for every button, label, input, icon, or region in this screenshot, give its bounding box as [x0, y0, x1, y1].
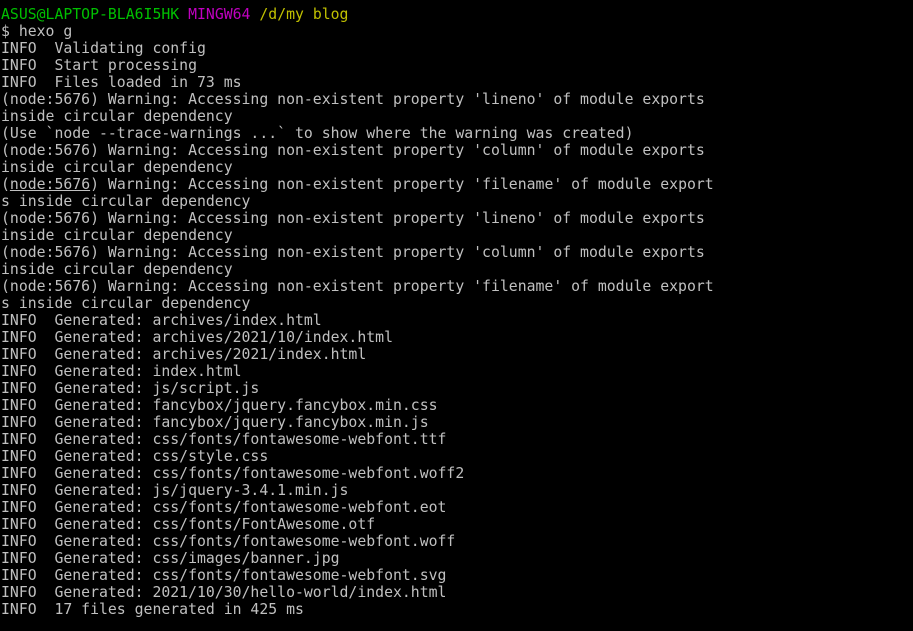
warning-line: s inside circular dependency	[1, 193, 251, 210]
output-line: INFO Generated: fancybox/jquery.fancybox…	[1, 414, 429, 431]
output-line: INFO Generated: css/style.css	[1, 448, 269, 465]
output-line: INFO Generated: css/fonts/fontawesome-we…	[1, 465, 465, 482]
output-line: INFO Generated: 2021/10/30/hello-world/i…	[1, 584, 447, 601]
warning-line: (node:5676) Warning: Accessing non-exist…	[1, 91, 705, 108]
warning-line: (node:5676) Warning: Accessing non-exist…	[1, 244, 705, 261]
node-pid-link[interactable]: node:5676	[10, 176, 90, 193]
output-line: INFO Generated: archives/2021/10/index.h…	[1, 329, 393, 346]
prompt-path: /d/my blog	[259, 6, 349, 23]
output-line: INFO Generated: js/script.js	[1, 380, 260, 397]
warning-line: s inside circular dependency	[1, 295, 251, 312]
warning-line: (node:5676) Warning: Accessing non-exist…	[1, 278, 714, 295]
output-line: INFO Generated: css/images/banner.jpg	[1, 550, 340, 567]
prompt-env: MINGW64	[188, 6, 251, 23]
output-line: INFO Generated: css/fonts/fontawesome-we…	[1, 499, 447, 516]
output-line: INFO Generated: css/fonts/fontawesome-we…	[1, 533, 456, 550]
warning-line: inside circular dependency	[1, 227, 233, 244]
output-line: INFO Generated: js/jquery-3.4.1.min.js	[1, 482, 349, 499]
output-line: INFO 17 files generated in 425 ms	[1, 601, 304, 618]
warning-line: (node:5676) Warning: Accessing non-exist…	[1, 210, 705, 227]
warning-line: inside circular dependency	[1, 108, 233, 125]
output-line: INFO Generated: css/fonts/FontAwesome.ot…	[1, 516, 376, 533]
output-line: INFO Start processing	[1, 57, 197, 74]
output-line: INFO Generated: index.html	[1, 363, 242, 380]
output-line: INFO Validating config	[1, 40, 206, 57]
output-line: INFO Generated: css/fonts/fontawesome-we…	[1, 431, 447, 448]
prompt-line: ASUS@LAPTOP-BLA6I5HK MINGW64 /d/my blog	[0, 6, 913, 23]
output-line: INFO Generated: archives/2021/index.html	[1, 346, 367, 363]
warning-line: (Use `node --trace-warnings ...` to show…	[1, 125, 634, 142]
warning-line: (node:5676) Warning: Accessing non-exist…	[1, 142, 705, 159]
prompt-user-host: ASUS@LAPTOP-BLA6I5HK	[1, 6, 180, 23]
output-line: INFO Generated: fancybox/jquery.fancybox…	[1, 397, 438, 414]
output-line: INFO Files loaded in 73 ms	[1, 74, 242, 91]
output-line: INFO Generated: archives/index.html	[1, 312, 322, 329]
output-line: INFO Generated: css/fonts/fontawesome-we…	[1, 567, 447, 584]
command-line: $ hexo g	[1, 23, 73, 40]
warning-line-underlined: (node:5676) Warning: Accessing non-exist…	[1, 176, 714, 193]
terminal-window[interactable]: ASUS@LAPTOP-BLA6I5HK MINGW64 /d/my blog …	[0, 0, 913, 631]
warning-line: inside circular dependency	[1, 159, 233, 176]
warning-line: inside circular dependency	[1, 261, 233, 278]
